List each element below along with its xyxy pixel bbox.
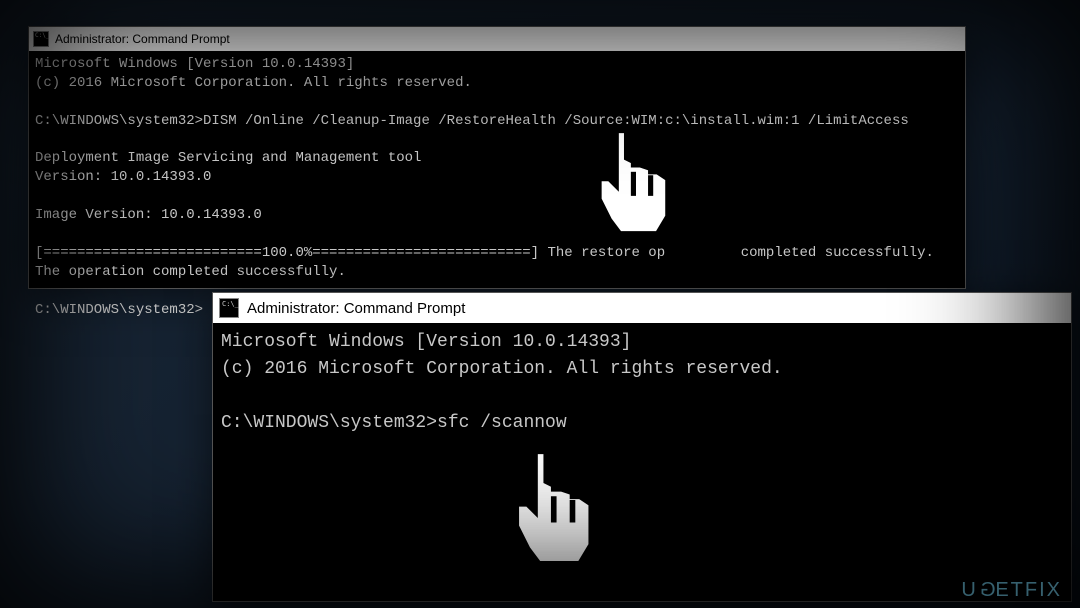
line: Version: 10.0.14393.0 bbox=[35, 169, 211, 185]
terminal-output[interactable]: Microsoft Windows [Version 10.0.14393] (… bbox=[29, 51, 965, 323]
window-title: Administrator: Command Prompt bbox=[247, 300, 465, 317]
window-title: Administrator: Command Prompt bbox=[55, 32, 230, 46]
cmd-icon bbox=[219, 298, 239, 318]
line: C:\WINDOWS\system32>DISM /Online /Cleanu… bbox=[35, 113, 909, 129]
line: [==========================100.0%=======… bbox=[35, 245, 934, 261]
line: (c) 2016 Microsoft Corporation. All righ… bbox=[35, 75, 472, 91]
line: C:\WINDOWS\system32>sfc /scannow bbox=[221, 413, 567, 433]
cmd-icon bbox=[33, 31, 49, 47]
watermark: UGETFIX bbox=[961, 579, 1062, 602]
line: C:\WINDOWS\system32> bbox=[35, 302, 203, 318]
terminal-output[interactable]: Microsoft Windows [Version 10.0.14393] (… bbox=[213, 323, 1071, 443]
line: Microsoft Windows [Version 10.0.14393] bbox=[35, 56, 354, 72]
titlebar[interactable]: Administrator: Command Prompt bbox=[29, 27, 965, 51]
command-prompt-window-dism[interactable]: Administrator: Command Prompt Microsoft … bbox=[28, 26, 966, 289]
titlebar[interactable]: Administrator: Command Prompt bbox=[213, 293, 1071, 323]
line: Deployment Image Servicing and Managemen… bbox=[35, 150, 421, 166]
line: (c) 2016 Microsoft Corporation. All righ… bbox=[221, 359, 783, 379]
line: Microsoft Windows [Version 10.0.14393] bbox=[221, 332, 631, 352]
line: Image Version: 10.0.14393.0 bbox=[35, 207, 262, 223]
line: The operation completed successfully. bbox=[35, 264, 346, 280]
command-prompt-window-sfc[interactable]: Administrator: Command Prompt Microsoft … bbox=[212, 292, 1072, 602]
